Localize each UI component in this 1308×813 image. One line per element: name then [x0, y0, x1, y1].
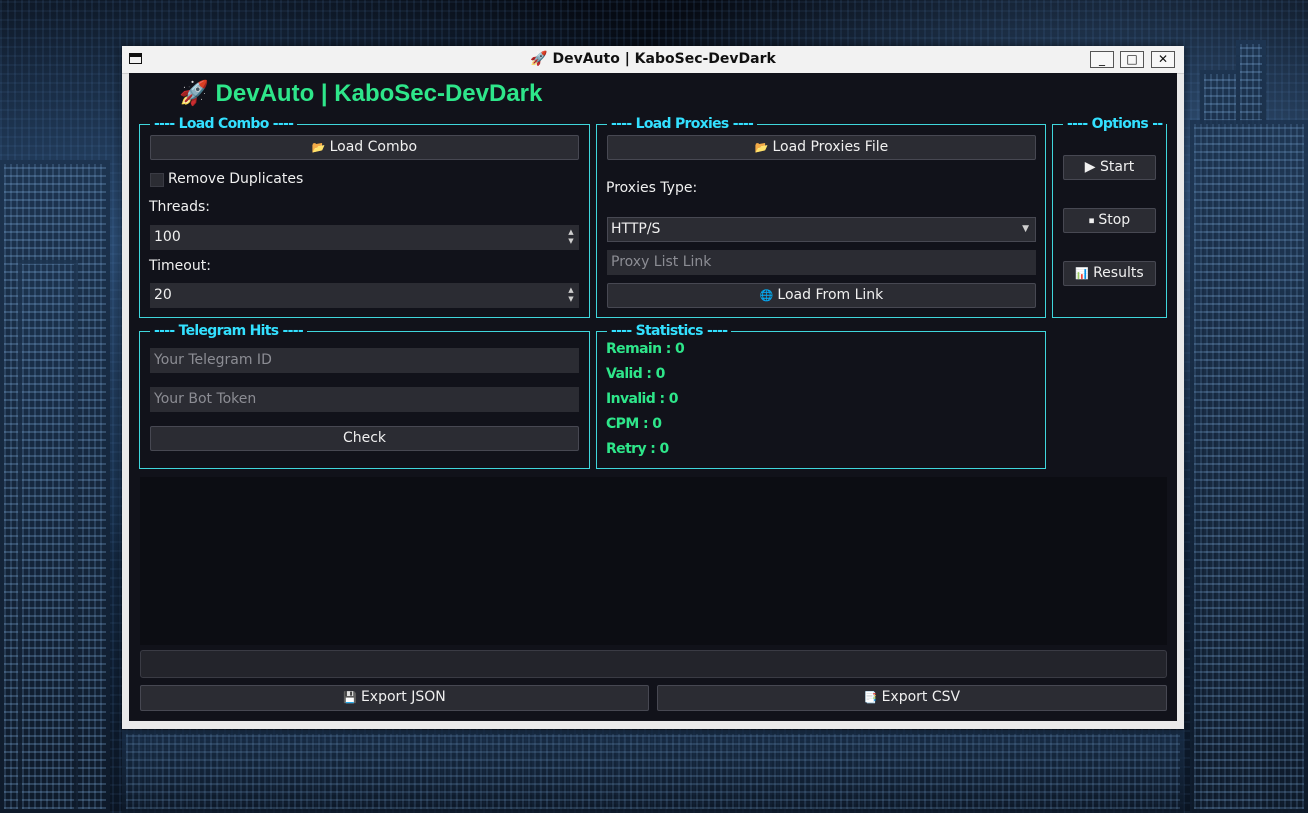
remove-duplicates-label: Remove Duplicates [168, 171, 304, 187]
statistics-group: ---- Statistics ---- Remain : 0 Valid : … [596, 323, 1046, 469]
results-label: Results [1093, 265, 1144, 281]
export-csv-button[interactable]: 📑 Export CSV [657, 685, 1167, 711]
folder-icon: 📂 [754, 141, 769, 154]
stop-label: Stop [1098, 212, 1131, 228]
folder-icon: 📂 [311, 141, 326, 154]
chart-icon: 📊 [1075, 267, 1090, 280]
close-button[interactable]: ✕ [1151, 51, 1175, 68]
threads-label: Threads: [149, 199, 210, 215]
stop-button[interactable]: ⏹ Stop [1063, 208, 1156, 233]
stop-icon: ⏹ [1088, 214, 1095, 227]
export-json-button[interactable]: 💾 Export JSON [140, 685, 649, 711]
globe-icon: 🌐 [759, 289, 774, 302]
load-from-link-button[interactable]: 🌐 Load From Link [607, 283, 1036, 308]
proxies-type-select[interactable]: HTTP/S ▼ [607, 217, 1036, 242]
chevron-down-icon: ▼ [1022, 224, 1029, 234]
stat-retry: Retry : 0 [606, 441, 669, 457]
timeout-stepper-icon[interactable]: ▲ ▼ [566, 286, 576, 305]
options-group: ---- Options -- ▶ Start ⏹ Stop 📊 Results [1052, 116, 1167, 318]
proxy-link-input[interactable]: Proxy List Link [607, 250, 1036, 275]
timeout-spinbox[interactable]: 20 ▲ ▼ [150, 283, 579, 308]
load-proxies-title: ---- Load Proxies ---- [607, 116, 758, 132]
app-window: 🚀 DevAuto | KaboSec-DevDark _ □ ✕ 🚀 DevA… [122, 46, 1184, 729]
load-combo-label: Load Combo [329, 139, 418, 155]
threads-spinbox[interactable]: 100 ▲ ▼ [150, 225, 579, 250]
threads-stepper-icon[interactable]: ▲ ▼ [566, 228, 576, 247]
proxies-type-value: HTTP/S [611, 221, 661, 237]
app-heading: 🚀 DevAuto | KaboSec-DevDark [179, 80, 543, 107]
load-proxies-group: ---- Load Proxies ---- 📂 Load Proxies Fil… [596, 116, 1046, 318]
title-bar[interactable]: 🚀 DevAuto | KaboSec-DevDark _ □ ✕ [122, 46, 1184, 74]
check-button[interactable]: Check [150, 426, 579, 451]
telegram-group: ---- Telegram Hits ---- Your Telegram ID… [139, 323, 590, 469]
log-output[interactable] [140, 477, 1167, 645]
proxies-type-label: Proxies Type: [606, 180, 698, 196]
load-proxies-label: Load Proxies File [772, 139, 889, 155]
results-button[interactable]: 📊 Results [1063, 261, 1156, 286]
load-from-link-label: Load From Link [777, 287, 884, 303]
stat-invalid: Invalid : 0 [606, 391, 678, 407]
timeout-label: Timeout: [149, 258, 211, 274]
start-button[interactable]: ▶ Start [1063, 155, 1156, 180]
stat-valid: Valid : 0 [606, 366, 665, 382]
telegram-id-input[interactable]: Your Telegram ID [150, 348, 579, 373]
remove-duplicates-checkbox[interactable] [150, 173, 164, 187]
export-json-label: Export JSON [360, 689, 446, 705]
statistics-title: ---- Statistics ---- [607, 323, 732, 339]
threads-value: 100 [154, 229, 181, 245]
minimize-button[interactable]: _ [1090, 51, 1114, 68]
load-combo-group: ---- Load Combo ---- 📂 Load Combo Remove … [139, 116, 590, 318]
options-title: ---- Options -- [1063, 116, 1167, 132]
export-csv-label: Export CSV [881, 689, 961, 705]
main-panel: 🚀 DevAuto | KaboSec-DevDark ---- Load Co… [129, 73, 1177, 721]
document-icon: 📑 [863, 691, 878, 704]
load-proxies-button[interactable]: 📂 Load Proxies File [607, 135, 1036, 160]
telegram-title: ---- Telegram Hits ---- [150, 323, 307, 339]
load-combo-title: ---- Load Combo ---- [150, 116, 298, 132]
maximize-button[interactable]: □ [1120, 51, 1144, 68]
progress-bar [140, 650, 1167, 678]
floppy-disk-icon: 💾 [343, 691, 357, 704]
load-combo-button[interactable]: 📂 Load Combo [150, 135, 579, 160]
bot-token-input[interactable]: Your Bot Token [150, 387, 579, 412]
timeout-value: 20 [154, 287, 172, 303]
stat-cpm: CPM : 0 [606, 416, 662, 432]
window-title: 🚀 DevAuto | KaboSec-DevDark [530, 51, 776, 67]
stat-remain: Remain : 0 [606, 341, 685, 357]
